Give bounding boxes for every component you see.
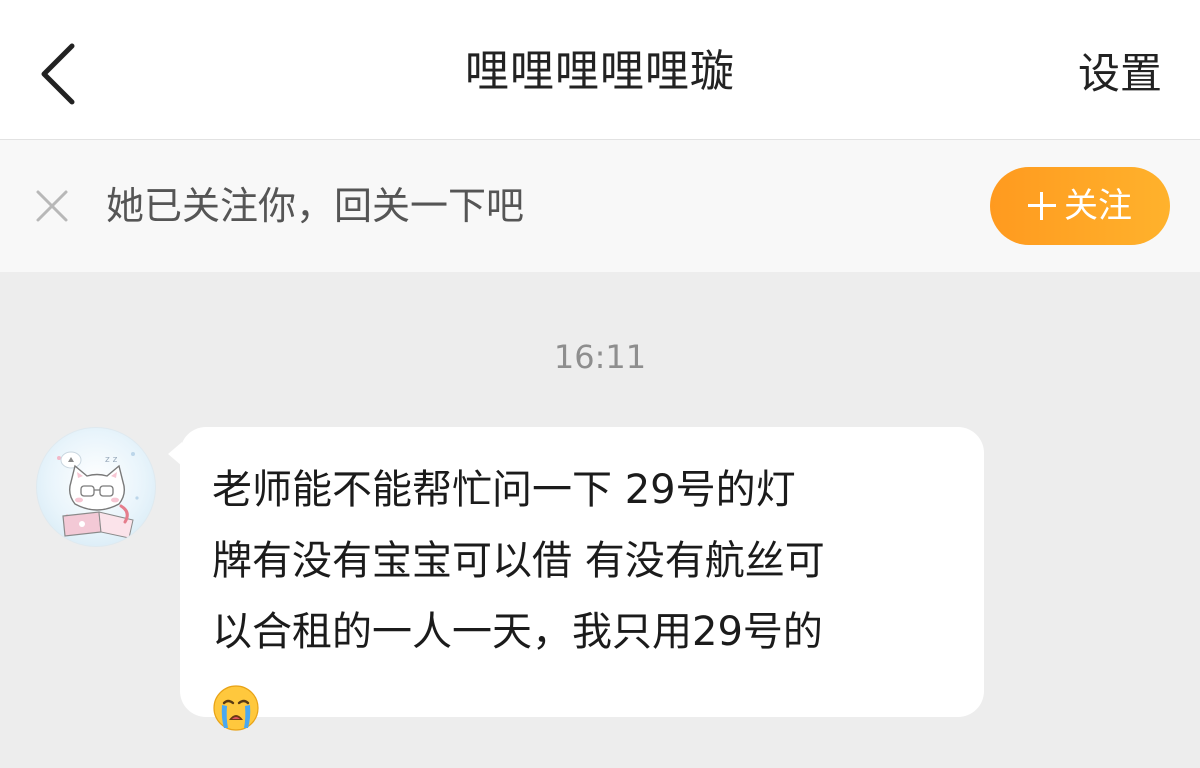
follow-back-message: 她已关注你，回关一下吧 bbox=[106, 184, 525, 228]
message-line: 牌有没有宝宝可以借 有没有航丝可 bbox=[212, 538, 825, 584]
close-icon[interactable] bbox=[34, 188, 70, 224]
conversation-title: 哩哩哩哩哩璇 bbox=[465, 46, 735, 97]
chevron-left-icon bbox=[41, 43, 75, 105]
top-navigation-bar: 哩哩哩哩哩璇 设置 bbox=[0, 0, 1200, 140]
message-emoji-line bbox=[212, 668, 954, 739]
plus-icon bbox=[1028, 192, 1056, 220]
message-line: 以合租的一人一天，我只用29号的 bbox=[212, 609, 823, 655]
chat-screen: 哩哩哩哩哩璇 设置 她已关注你，回关一下吧 关注 16:11 z z 老师能不能… bbox=[0, 0, 1200, 768]
follow-back-banner: 她已关注你，回关一下吧 关注 bbox=[0, 140, 1200, 272]
message-bubble[interactable]: 老师能不能帮忙问一下 29号的灯 牌有没有宝宝可以借 有没有航丝可 以合租的一人… bbox=[180, 427, 984, 731]
svg-text:z z: z z bbox=[105, 455, 118, 465]
message-line: 老师能不能帮忙问一下 29号的灯 bbox=[212, 467, 796, 513]
crying-face-emoji bbox=[213, 685, 259, 731]
settings-button[interactable]: 设置 bbox=[1078, 42, 1162, 106]
cat-avatar: z z bbox=[57, 451, 139, 539]
follow-button-label: 关注 bbox=[1064, 186, 1132, 226]
message-timestamp: 16:11 bbox=[553, 338, 647, 376]
back-button[interactable] bbox=[28, 36, 98, 106]
follow-button[interactable]: 关注 bbox=[990, 167, 1170, 245]
avatar[interactable]: z z bbox=[36, 427, 156, 547]
